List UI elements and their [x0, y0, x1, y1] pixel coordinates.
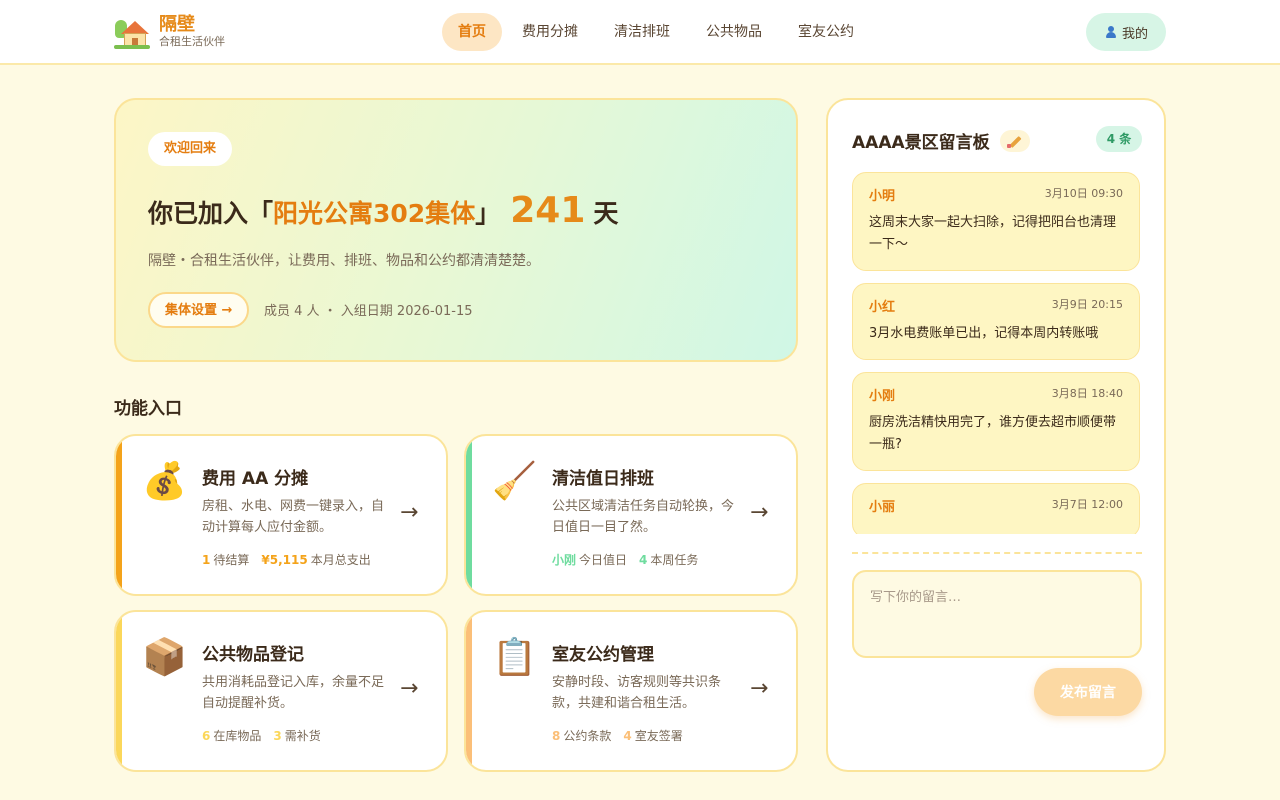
message-input[interactable] — [852, 570, 1142, 658]
days-count: 241 — [510, 190, 586, 231]
feature-card-cleaning[interactable]: 🧹 清洁值日排班 公共区域清洁任务自动轮换，今日值日一目了然。 → 小刚 今日值日… — [464, 434, 798, 596]
group-settings-button[interactable]: 集体设置 → — [148, 292, 250, 328]
group-name: 阳光公寓302集体 — [273, 199, 476, 228]
card-title: 费用 AA 分摊 — [202, 469, 309, 489]
nav-rules[interactable]: 室友公约 — [782, 13, 870, 51]
divider — [852, 552, 1142, 554]
card-description: 共用消耗品登记入库，余量不足自动提醒补货。 — [202, 675, 385, 711]
card-accent-bar — [116, 612, 122, 770]
stat-value: 4 — [639, 553, 648, 567]
top-header: 隔壁 合租生活伙伴 首页 费用分摊 清洁排班 公共物品 室友公约 我的 — [0, 0, 1280, 65]
pencil-icon — [999, 129, 1030, 152]
stat-label: 今日值日 — [579, 553, 628, 567]
welcome-badge: 欢迎回来 — [148, 132, 233, 166]
features-title: 功能入口 — [114, 399, 182, 419]
message-list[interactable]: 小明 3月10日 09:30 这周末大家一起大扫除，记得把阳台也清理一下～ 小红… — [852, 172, 1142, 534]
hero-title-prefix: 你已加入「 — [148, 199, 274, 228]
my-account-button[interactable]: 我的 — [1086, 13, 1166, 51]
arrow-right-icon: → — [750, 500, 769, 525]
hero-title-suffix: 」 — [475, 199, 501, 228]
message-count-badge: 4 条 — [1096, 126, 1142, 152]
board-title: AAAA景区留言板 — [852, 128, 1030, 153]
house-icon — [114, 14, 150, 50]
message-author: 小红 — [869, 300, 896, 315]
card-description: 公共区域清洁任务自动轮换，今日值日一目了然。 — [552, 499, 735, 535]
card-title: 公共物品登记 — [202, 645, 304, 665]
hero-description: 隔壁・合租生活伙伴，让费用、排班、物品和公约都清清楚楚。 — [148, 253, 540, 269]
message-item: 小红 3月9日 20:15 3月水电费账单已出，记得本周内转账哦 — [852, 283, 1140, 360]
stat-label: 本月总支出 — [310, 553, 371, 567]
message-text: 这周末大家一起大扫除，记得把阳台也清理一下～ — [869, 215, 1117, 252]
message-text: 厨房洗洁精快用完了，谁方便去超市顺便带一瓶? — [869, 415, 1117, 452]
stat-value: 3 — [273, 729, 282, 743]
message-time: 3月9日 20:15 — [1051, 298, 1123, 311]
stat-label: 室友签署 — [634, 729, 683, 743]
brand-logo[interactable]: 隔壁 合租生活伙伴 — [114, 14, 225, 50]
money-bag-icon: 💰 — [142, 461, 187, 502]
card-title: 清洁值日排班 — [552, 469, 654, 489]
stat-value: 1 — [202, 553, 211, 567]
message-text: 3月水电费账单已出，记得本周内转账哦 — [869, 326, 1099, 341]
stat-value: 小刚 — [552, 553, 577, 567]
card-stats: 6 在库物品 3 需补货 — [202, 727, 321, 744]
arrow-right-icon: → — [400, 676, 419, 701]
stat-value: 4 — [623, 729, 632, 743]
card-accent-bar — [466, 436, 472, 594]
nav-home[interactable]: 首页 — [442, 13, 502, 51]
message-time: 3月8日 18:40 — [1051, 387, 1123, 400]
days-unit: 天 — [593, 199, 619, 228]
message-item: 小明 3月10日 09:30 这周末大家一起大扫除，记得把阳台也清理一下～ — [852, 172, 1140, 271]
main-nav: 首页 费用分摊 清洁排班 公共物品 室友公约 — [442, 13, 874, 51]
card-accent-bar — [466, 612, 472, 770]
my-account-label: 我的 — [1121, 26, 1148, 42]
message-author: 小丽 — [869, 500, 896, 515]
brand-title: 隔壁 — [159, 14, 195, 35]
post-message-button[interactable]: 发布留言 — [1034, 668, 1142, 716]
welcome-hero: 欢迎回来 你已加入「阳光公寓302集体」 241 天 隔壁・合租生活伙伴，让费用、排… — [114, 98, 798, 362]
nav-expenses[interactable]: 费用分摊 — [506, 13, 594, 51]
message-author: 小刚 — [869, 389, 896, 404]
stat-value: 8 — [552, 729, 561, 743]
stat-label: 待结算 — [213, 553, 250, 567]
message-author: 小明 — [869, 189, 896, 204]
feature-card-items[interactable]: 📦 公共物品登记 共用消耗品登记入库，余量不足自动提醒补货。 → 6 在库物品 3 需… — [114, 610, 448, 772]
clipboard-icon: 📋 — [492, 637, 537, 678]
message-time: 3月7日 12:00 — [1051, 498, 1123, 511]
message-item: 小丽 3月7日 12:00 — [852, 483, 1140, 534]
card-stats: 1 待结算 ¥5,115 本月总支出 — [202, 551, 371, 568]
card-title: 室友公约管理 — [552, 645, 654, 665]
card-stats: 小刚 今日值日 4 本周任务 — [552, 551, 698, 568]
message-item: 小刚 3月8日 18:40 厨房洗洁精快用完了，谁方便去超市顺便带一瓶? — [852, 372, 1140, 471]
stat-label: 在库物品 — [213, 729, 262, 743]
brand-subtitle: 合租生活伙伴 — [159, 35, 225, 48]
feature-card-expenses[interactable]: 💰 费用 AA 分摊 房租、水电、网费一键录入，自动计算每人应付金额。 → 1待… — [114, 434, 448, 596]
broom-icon: 🧹 — [492, 461, 537, 502]
feature-card-rules[interactable]: 📋 室友公约管理 安静时段、访客规则等共识条款，共建和谐合租生活。 → 8 公约条… — [464, 610, 798, 772]
card-description: 安静时段、访客规则等共识条款，共建和谐合租生活。 — [552, 675, 722, 711]
hero-title: 你已加入「阳光公寓302集体」 241 天 — [148, 190, 618, 231]
card-accent-bar — [116, 436, 122, 594]
arrow-right-icon: → — [750, 676, 769, 701]
stat-label: 本周任务 — [650, 553, 699, 567]
stat-value: 6 — [202, 729, 211, 743]
stat-label: 公约条款 — [563, 729, 612, 743]
nav-items[interactable]: 公共物品 — [690, 13, 778, 51]
message-time: 3月10日 09:30 — [1044, 187, 1123, 200]
card-stats: 8 公约条款 4 室友签署 — [552, 727, 683, 744]
board-title-text: AAAA景区留言板 — [852, 133, 990, 153]
arrow-right-icon: → — [400, 500, 419, 525]
group-meta: 成员 4 人 ・ 入组日期 2026-01-15 — [264, 304, 473, 319]
package-icon: 📦 — [142, 637, 187, 678]
stat-label: 需补货 — [284, 729, 321, 743]
nav-cleaning[interactable]: 清洁排班 — [598, 13, 686, 51]
card-description: 房租、水电、网费一键录入，自动计算每人应付金额。 — [202, 499, 385, 535]
person-icon — [1104, 25, 1118, 39]
stat-value: ¥5,115 — [261, 553, 308, 567]
message-board: AAAA景区留言板 4 条 小明 3月10日 09:30 这周末大家一起大扫除，… — [826, 98, 1166, 772]
